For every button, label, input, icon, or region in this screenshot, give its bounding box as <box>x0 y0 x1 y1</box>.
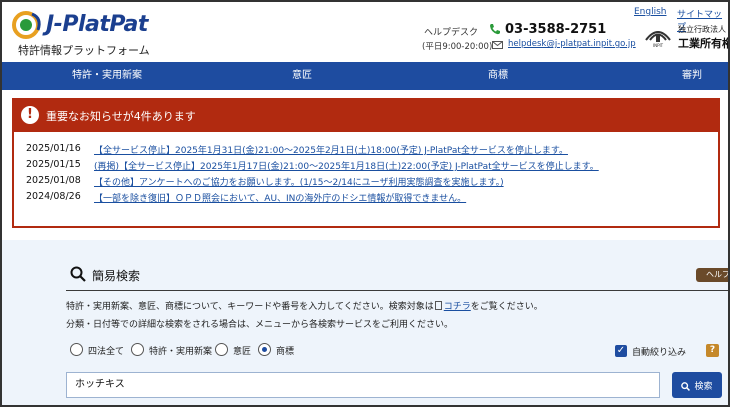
radio-circle[interactable] <box>70 343 83 356</box>
help-tab[interactable]: ヘルプ <box>696 268 728 282</box>
search-icon <box>70 266 86 282</box>
logo-swirl-icon <box>12 11 41 39</box>
question-help-icon[interactable]: ? <box>706 344 719 357</box>
logo-subtitle: 特許情報プラットフォーム <box>18 44 150 57</box>
radio-label: 特許・実用新案 <box>149 347 213 357</box>
helpdesk-label: ヘルプデスク <box>424 28 479 38</box>
mail-icon <box>492 41 503 49</box>
notices-title: 重要なお知らせが4件あります <box>46 110 196 123</box>
simple-search-title: 簡易検索 <box>92 269 141 283</box>
notice-link[interactable]: 【その他】アンケートへのご協力をお願いします。(1/15～2/14にユーザ利用実… <box>94 175 504 188</box>
inpit-name: 工業所有権 <box>678 37 730 50</box>
svg-text:INPIT: INPIT <box>653 43 664 48</box>
title-divider <box>66 290 728 291</box>
document-icon <box>434 301 442 310</box>
notice-date: 2025/01/08 <box>26 175 81 186</box>
search-icon <box>681 381 691 391</box>
notice-link[interactable]: (再掲)【全サービス停止】2025年1月17日(金)21:00～2025年1月1… <box>94 159 599 172</box>
radio-circle[interactable] <box>215 343 228 356</box>
notice-date: 2025/01/16 <box>26 143 81 154</box>
auto-narrow-checkbox[interactable]: ✓ <box>615 345 627 357</box>
radio-label: 四法全て <box>88 347 125 357</box>
nav-tab-patent[interactable]: 特許・実用新案 <box>42 62 172 90</box>
phone-icon <box>490 24 500 35</box>
english-link[interactable]: English <box>634 7 667 17</box>
search-input[interactable]: ホッチキス <box>66 372 660 398</box>
jplatpat-logo[interactable]: J-PlatPat 特許情報プラットフォーム <box>12 8 162 58</box>
helpdesk-email-link[interactable]: helpdesk@j-platpat.inpit.go.jp <box>508 39 636 49</box>
search-description-2: 分類・日付等での詳細な検索をされる場合は、メニューから各検索サービスをご利用くだ… <box>66 320 454 330</box>
helpdesk-phone: 03-3588-2751 <box>505 22 607 37</box>
notices-header: ! 重要なお知らせが4件あります <box>14 100 718 132</box>
description-text: をご覧ください。 <box>470 302 543 312</box>
notice-link[interactable]: 【一部を除き復旧】ＯＰＤ照会において、AU、INの海外庁のドシエ情報が取得できま… <box>94 191 466 204</box>
notice-date: 2024/08/26 <box>26 191 81 202</box>
site-header: J-PlatPat 特許情報プラットフォーム ヘルプデスク (平日9:00-20… <box>2 2 730 62</box>
search-button-label: 検索 <box>694 381 713 392</box>
search-button[interactable]: 検索 <box>672 372 722 398</box>
radio-circle[interactable] <box>131 343 144 356</box>
nav-tab-design[interactable]: 意匠 <box>242 62 362 90</box>
main-nav: 特許・実用新案 意匠 商標 審判 <box>2 62 728 90</box>
notice-date: 2025/01/15 <box>26 159 81 170</box>
radio-label: 意匠 <box>233 347 252 357</box>
logo-text: J-PlatPat <box>46 12 148 37</box>
important-notices: ! 重要なお知らせが4件あります 2025/01/16 【全サービス停止】202… <box>12 98 720 228</box>
helpdesk-hours: (平日9:00-20:00) <box>422 42 493 52</box>
exclamation-icon: ! <box>21 106 39 124</box>
notice-link[interactable]: 【全サービス停止】2025年1月31日(金)21:00～2025年2月1日(土)… <box>94 143 568 156</box>
radio-label: 商標 <box>276 347 295 357</box>
description-text: 特許・実用新案、意匠、商標について、キーワードや番号を入力してください。検索対象… <box>66 302 434 312</box>
radio-circle-selected[interactable] <box>258 343 271 356</box>
nav-tab-trial[interactable]: 審判 <box>642 62 728 90</box>
search-description-1: 特許・実用新案、意匠、商標について、キーワードや番号を入力してください。検索対象… <box>66 299 543 312</box>
inpit-prefix: 独立行政法人 <box>678 25 726 34</box>
nav-tab-trademark[interactable]: 商標 <box>438 62 558 90</box>
target-list-link[interactable]: コチラ <box>444 302 471 312</box>
browser-viewport: J-PlatPat 特許情報プラットフォーム ヘルプデスク (平日9:00-20… <box>0 0 730 407</box>
inpit-logo-icon[interactable]: INPIT <box>642 24 674 48</box>
auto-narrow-label: 自動絞り込み <box>632 348 687 358</box>
